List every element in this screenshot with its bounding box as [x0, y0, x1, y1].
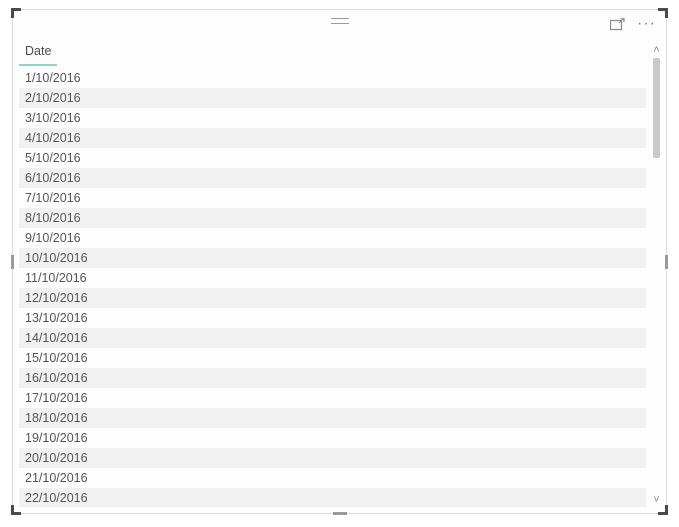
- resize-handle-top-left[interactable]: [11, 8, 21, 18]
- date-cell: 12/10/2016: [19, 288, 94, 308]
- table-row[interactable]: 15/10/2016: [19, 348, 646, 368]
- date-cell: 21/10/2016: [19, 468, 94, 488]
- table-row[interactable]: 5/10/2016: [19, 148, 646, 168]
- table-row[interactable]: 1/10/2016: [19, 68, 646, 88]
- date-cell: 18/10/2016: [19, 408, 94, 428]
- table-row[interactable]: 8/10/2016: [19, 208, 646, 228]
- column-header-date[interactable]: Date: [19, 40, 57, 66]
- date-cell: 2/10/2016: [19, 88, 87, 108]
- date-cell: 11/10/2016: [19, 268, 93, 288]
- scroll-up-arrow-icon[interactable]: ˄: [650, 44, 663, 57]
- table-row[interactable]: 12/10/2016: [19, 288, 646, 308]
- table-row[interactable]: 16/10/2016: [19, 368, 646, 388]
- focus-mode-icon[interactable]: [609, 16, 627, 34]
- table-row[interactable]: 13/10/2016: [19, 308, 646, 328]
- date-cell: 7/10/2016: [19, 188, 87, 208]
- date-cell: 20/10/2016: [19, 448, 94, 468]
- resize-handle-bottom[interactable]: [333, 512, 347, 515]
- table-row[interactable]: 10/10/2016: [19, 248, 646, 268]
- table-visual: Date 1/10/20162/10/20163/10/20164/10/201…: [19, 40, 646, 507]
- table-row[interactable]: 3/10/2016: [19, 108, 646, 128]
- table-row[interactable]: 22/10/2016: [19, 488, 646, 507]
- table-row[interactable]: 18/10/2016: [19, 408, 646, 428]
- table-row[interactable]: 2/10/2016: [19, 88, 646, 108]
- date-cell: 17/10/2016: [19, 388, 94, 408]
- scroll-down-arrow-icon[interactable]: ˅: [650, 494, 663, 507]
- table-body: 1/10/20162/10/20163/10/20164/10/20165/10…: [19, 68, 646, 507]
- date-cell: 14/10/2016: [19, 328, 94, 348]
- date-cell: 22/10/2016: [19, 488, 94, 507]
- report-canvas: ··· Date 1/10/20162/10/20163/10/20164/10…: [0, 0, 679, 527]
- table-row[interactable]: 7/10/2016: [19, 188, 646, 208]
- table-row[interactable]: 9/10/2016: [19, 228, 646, 248]
- date-cell: 16/10/2016: [19, 368, 94, 388]
- date-cell: 13/10/2016: [19, 308, 94, 328]
- resize-handle-left[interactable]: [11, 255, 14, 269]
- table-row[interactable]: 4/10/2016: [19, 128, 646, 148]
- visual-header-actions: ···: [609, 16, 658, 34]
- date-cell: 15/10/2016: [19, 348, 94, 368]
- date-cell: 8/10/2016: [19, 208, 87, 228]
- table-row[interactable]: 20/10/2016: [19, 448, 646, 468]
- scroll-thumb[interactable]: [653, 58, 660, 158]
- table-row[interactable]: 21/10/2016: [19, 468, 646, 488]
- date-cell: 6/10/2016: [19, 168, 87, 188]
- date-cell: 9/10/2016: [19, 228, 87, 248]
- resize-handle-top-right[interactable]: [658, 8, 668, 18]
- drag-grip-icon[interactable]: [331, 18, 349, 24]
- more-options-icon[interactable]: ···: [635, 16, 658, 34]
- date-cell: 4/10/2016: [19, 128, 87, 148]
- table-row[interactable]: 14/10/2016: [19, 328, 646, 348]
- date-cell: 19/10/2016: [19, 428, 94, 448]
- date-cell: 1/10/2016: [19, 68, 87, 88]
- resize-handle-right[interactable]: [665, 255, 668, 269]
- date-cell: 5/10/2016: [19, 148, 87, 168]
- table-row[interactable]: 19/10/2016: [19, 428, 646, 448]
- vertical-scrollbar[interactable]: ˄ ˅: [650, 44, 663, 507]
- date-cell: 10/10/2016: [19, 248, 94, 268]
- table-row[interactable]: 17/10/2016: [19, 388, 646, 408]
- table-visual-frame[interactable]: ··· Date 1/10/20162/10/20163/10/20164/10…: [12, 9, 667, 514]
- date-cell: 3/10/2016: [19, 108, 87, 128]
- table-row[interactable]: 11/10/2016: [19, 268, 646, 288]
- table-row[interactable]: 6/10/2016: [19, 168, 646, 188]
